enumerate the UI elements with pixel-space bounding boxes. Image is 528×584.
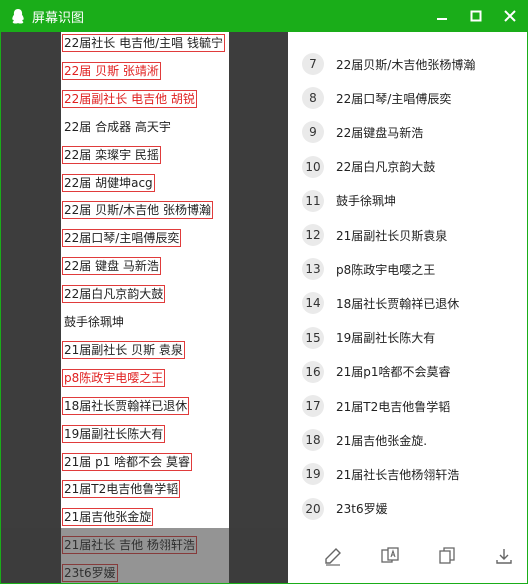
result-item[interactable]: 14 18届社长贾翰祥已退休: [288, 286, 527, 320]
result-index-badge: 8: [302, 87, 324, 110]
result-text: 19届副社长陈大有: [336, 331, 436, 346]
result-text: 22届口琴/主唱傅辰奕: [336, 91, 452, 106]
screenshot-image: 22届社长 电吉他/主唱 钱毓宁 22届 贝斯 张靖淅 22届副社长 电吉他 胡锐 2…: [61, 32, 229, 583]
title-bar[interactable]: 屏幕识图: [1, 1, 527, 32]
result-toolbar: [288, 538, 527, 578]
result-text: 21届p1啥都不会莫睿: [336, 365, 451, 380]
result-index-badge: 15: [302, 326, 324, 349]
result-text: 21届T2电吉他鲁学韬: [336, 399, 451, 414]
ocr-text-box[interactable]: p8陈政宇电嘤之王: [62, 368, 166, 387]
result-index-badge: 16: [302, 360, 324, 383]
ocr-text-box[interactable]: 22届 栾璨宇 民摇: [62, 145, 161, 164]
copy-button[interactable]: [430, 541, 464, 575]
ocr-text-box[interactable]: 19届副社长陈大有: [62, 424, 166, 443]
result-text: 21届社长吉他杨翎轩浩: [336, 467, 460, 482]
result-item[interactable]: 7 22届贝斯/木吉他张杨博瀚: [288, 47, 527, 81]
maximize-button[interactable]: [459, 1, 493, 32]
result-text: 22届白凡京韵大鼓: [336, 160, 436, 175]
result-index-badge: 18: [302, 429, 324, 452]
result-item[interactable]: 8 22届口琴/主唱傅辰奕: [288, 81, 527, 115]
result-text: 18届社长贾翰祥已退休: [336, 296, 460, 311]
ocr-text-box[interactable]: 22届 胡健坤acg: [62, 173, 155, 192]
result-index-badge: 19: [302, 463, 324, 486]
qq-penguin-icon: [9, 8, 27, 26]
ocr-text-box[interactable]: 22届 贝斯 张靖淅: [62, 61, 161, 80]
result-text: p8陈政宇电嘤之王: [336, 262, 436, 277]
ocr-text-box[interactable]: 22届 贝斯/木吉他 张杨博瀚: [62, 201, 213, 220]
result-index-badge: 17: [302, 395, 324, 417]
pencil-edit-icon: [323, 546, 343, 570]
maximize-icon: [470, 7, 482, 26]
result-index-badge: 13: [302, 258, 324, 281]
result-item[interactable]: 10 22届白凡京韵大鼓: [288, 150, 527, 184]
result-index-badge: 9: [302, 121, 324, 144]
screenshot-preview-pane[interactable]: 22届社长 电吉他/主唱 钱毓宁 22届 贝斯 张靖淅 22届副社长 电吉他 胡锐 2…: [1, 32, 288, 583]
ocr-text-box[interactable]: 22届副社长 电吉他 胡锐: [62, 89, 197, 108]
result-item[interactable]: 15 19届副社长陈大有: [288, 321, 527, 355]
result-text: 23t6罗媛: [336, 502, 388, 517]
result-text: 22届键盘马新浩: [336, 125, 424, 140]
result-index-badge: 12: [302, 224, 324, 246]
ocr-text-box[interactable]: 鼓手徐珮坤: [62, 313, 126, 331]
ocr-text-box[interactable]: 22届社长 电吉他/主唱 钱毓宁: [62, 34, 225, 52]
result-item[interactable]: 11 鼓手徐珮坤: [288, 184, 527, 218]
result-text: 22届贝斯/木吉他张杨博瀚: [336, 57, 476, 72]
result-index-badge: 20: [302, 497, 324, 520]
result-text: 21届副社长贝斯袁泉: [336, 228, 448, 243]
window-title: 屏幕识图: [32, 11, 85, 26]
translate-button[interactable]: [373, 541, 407, 575]
edit-button[interactable]: [316, 541, 350, 575]
download-button[interactable]: [487, 541, 521, 575]
ocr-text-box[interactable]: 22届口琴/主唱傅辰奕: [62, 229, 182, 248]
recognition-results-pane[interactable]: 7 22届贝斯/木吉他张杨博瀚 8 22届口琴/主唱傅辰奕 9 22届键盘马新浩 10 22届…: [288, 32, 527, 583]
ocr-text-box[interactable]: 22届白凡京韵大鼓: [62, 285, 166, 304]
result-index-badge: 14: [302, 292, 324, 315]
result-index-badge: 10: [302, 155, 324, 178]
result-index-badge: 11: [302, 189, 324, 212]
copy-icon: [437, 546, 457, 570]
result-index-badge: 7: [302, 53, 324, 75]
result-item[interactable]: 17 21届T2电吉他鲁学韬: [288, 389, 527, 423]
ocr-window: 屏幕识图 22届社长 电吉他/主唱 钱毓宁 22届 贝斯 张靖淅 22届副社长 电吉…: [0, 0, 528, 584]
ocr-text-box[interactable]: 21届T2电吉他鲁学韬: [62, 480, 181, 499]
result-item[interactable]: 19 21届社长吉他杨翎轩浩: [288, 457, 527, 491]
result-item[interactable]: 20 23t6罗媛: [288, 492, 527, 526]
close-button[interactable]: [493, 1, 527, 32]
ocr-text-box[interactable]: 22届 合成器 高天宇: [62, 118, 173, 136]
ocr-text-box[interactable]: 21届副社长 贝斯 袁泉: [62, 340, 185, 359]
minimize-button[interactable]: [425, 1, 459, 32]
result-text: 21届吉他张金旋.: [336, 433, 428, 448]
minimize-icon: [436, 7, 448, 26]
ocr-text-box[interactable]: 21届 p1 啥都不会 莫睿: [62, 452, 192, 471]
preview-overlay: [1, 528, 288, 583]
result-item[interactable]: 9 22届键盘马新浩: [288, 115, 527, 149]
close-icon: [504, 7, 516, 26]
download-icon: [494, 546, 514, 570]
result-text: 鼓手徐珮坤: [336, 194, 397, 209]
ocr-text-box[interactable]: 18届社长贾翰祥已退休: [62, 396, 190, 415]
translate-icon: [380, 546, 400, 570]
result-item[interactable]: 18 21届吉他张金旋.: [288, 423, 527, 457]
result-item[interactable]: 16 21届p1啥都不会莫睿: [288, 355, 527, 389]
result-item[interactable]: 13 p8陈政宇电嘤之王: [288, 252, 527, 286]
result-item[interactable]: 12 21届副社长贝斯袁泉: [288, 218, 527, 252]
ocr-text-box[interactable]: 21届吉他张金旋: [62, 508, 154, 527]
ocr-text-box[interactable]: 22届 键盘 马新浩: [62, 257, 161, 276]
